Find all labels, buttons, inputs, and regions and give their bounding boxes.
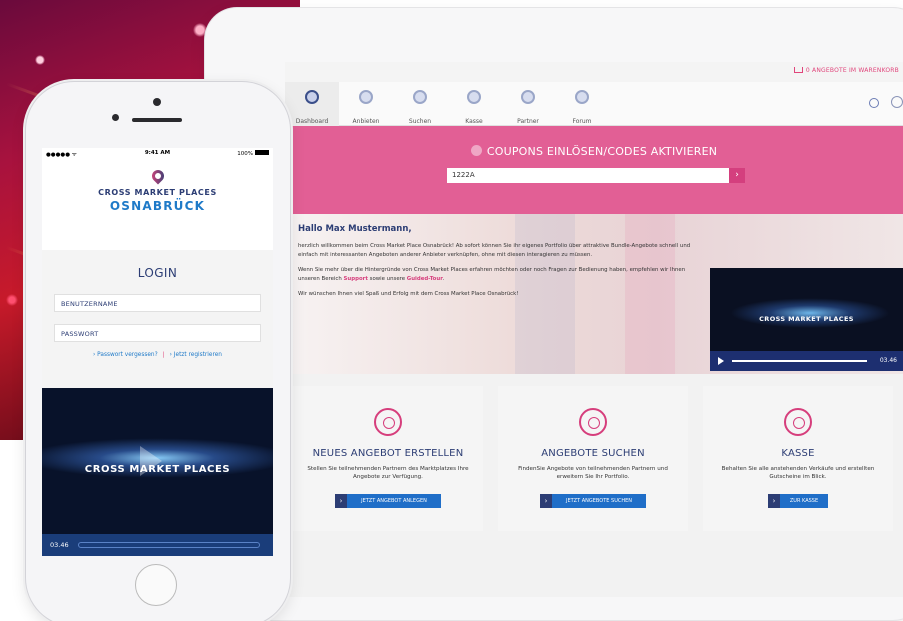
- coupon-code-input[interactable]: 1222A: [447, 168, 729, 183]
- phone-device: ●●●●● ᯤ 9:41 AM 100% CROSS MARKET PLACES…: [26, 82, 290, 621]
- location-pin-icon: [149, 167, 166, 185]
- phone-screen: ●●●●● ᯤ 9:41 AM 100% CROSS MARKET PLACES…: [42, 148, 273, 556]
- video-progress-track[interactable]: [78, 542, 260, 548]
- video-controls: 03.46: [710, 351, 903, 371]
- go-to-register-button[interactable]: › ZUR KASSE: [768, 493, 828, 508]
- search-offers-button[interactable]: › JETZT ANGEBOTE SUCHEN: [540, 493, 646, 508]
- main-navbar: Dashboard Anbieten Suchen Kasse Partner …: [285, 82, 903, 126]
- coupon-banner: COUPONS EINLÖSEN/CODES AKTIVIEREN 1222A …: [285, 126, 903, 214]
- chevron-right-icon: ›: [335, 493, 347, 508]
- card-kasse: KASSE Behalten Sie alle anstehenden Verk…: [703, 386, 893, 531]
- login-title: LOGIN: [137, 266, 178, 280]
- card-create-offer: NEUES ANGEBOT ERSTELLEN Stellen Sie teil…: [293, 386, 483, 531]
- search-icon: [413, 90, 427, 104]
- password-field[interactable]: PASSWORT: [54, 324, 261, 342]
- nav-item-kasse[interactable]: Kasse: [447, 82, 501, 126]
- video-time: 03.46: [50, 541, 69, 549]
- nav-item-dashboard[interactable]: Dashboard: [285, 82, 339, 126]
- battery-icon: [255, 150, 269, 155]
- video-time: 03.46: [879, 357, 897, 364]
- video-progress-track[interactable]: [732, 360, 867, 362]
- register-link[interactable]: › Jetzt registrieren: [170, 352, 222, 358]
- coupon-title: COUPONS EINLÖSEN/CODES AKTIVIEREN: [285, 145, 903, 158]
- user-icon[interactable]: [891, 96, 903, 108]
- forum-icon: [575, 90, 589, 104]
- top-strip: 0 ANGEBOTE IM WARENKORB: [285, 62, 903, 82]
- login-links: › Passwort vergessen? | › Jetzt registrier…: [93, 352, 222, 358]
- status-bar: ●●●●● ᯤ 9:41 AM 100%: [42, 148, 273, 158]
- greeting-heading: Hallo Max Mustermann,: [298, 224, 412, 234]
- brand-logo: CROSS MARKET PLACES OSNABRÜCK: [42, 167, 273, 250]
- nav-item-forum[interactable]: Forum: [555, 82, 609, 126]
- video-controls: 03.46: [42, 534, 273, 556]
- marketing-mockup: 0 ANGEBOTE IM WARENKORB Dashboard Anbiet…: [0, 0, 903, 621]
- cart-link[interactable]: 0 ANGEBOTE IM WARENKORB: [793, 67, 899, 74]
- home-button[interactable]: [135, 564, 177, 606]
- username-field[interactable]: BENUTZERNAME: [54, 294, 261, 312]
- nav-item-anbieten[interactable]: Anbieten: [339, 82, 393, 126]
- tablet-screen: 0 ANGEBOTE IM WARENKORB Dashboard Anbiet…: [285, 62, 903, 597]
- magnifier-icon: [579, 408, 607, 436]
- create-offer-button[interactable]: › JETZT ANGEBOT ANLEGEN: [335, 493, 441, 508]
- login-form: LOGIN BENUTZERNAME PASSWORT › Passwort v…: [42, 250, 273, 392]
- partner-icon: [521, 90, 535, 104]
- coupon-icon: [470, 145, 482, 156]
- percent-icon: [374, 408, 402, 436]
- forgot-password-link[interactable]: › Passwort vergessen?: [93, 352, 158, 358]
- play-icon[interactable]: [718, 357, 724, 365]
- action-cards: NEUES ANGEBOT ERSTELLEN Stellen Sie teil…: [293, 386, 903, 531]
- offer-icon: [359, 90, 373, 104]
- phone-speaker: [132, 118, 182, 122]
- welcome-text: herzlich willkommen beim Cross Market Pl…: [298, 243, 691, 298]
- register-icon: [467, 90, 481, 104]
- phone-sensor: [112, 114, 119, 121]
- chevron-right-icon: ›: [540, 493, 552, 508]
- video-title: CROSS MARKET PLACES: [759, 315, 854, 323]
- card-search-offers: ANGEBOTE SUCHEN FindenSie Angebote von t…: [498, 386, 688, 531]
- battery-indicator: 100%: [237, 150, 269, 157]
- cart-icon: [793, 67, 803, 73]
- nav-item-suchen[interactable]: Suchen: [393, 82, 447, 126]
- search-icon[interactable]: [869, 98, 879, 108]
- chevron-right-icon: ›: [768, 493, 780, 508]
- phone-camera: [153, 98, 161, 106]
- video-title: CROSS MARKET PLACES: [84, 464, 231, 475]
- dashboard-icon: [305, 90, 319, 104]
- nav-item-partner[interactable]: Partner: [501, 82, 555, 126]
- cash-register-icon: [784, 408, 812, 436]
- support-link[interactable]: Support: [344, 276, 368, 282]
- phone-video-player[interactable]: CROSS MARKET PLACES 03.46: [42, 388, 273, 556]
- guided-tour-link[interactable]: Guided-Tour: [407, 276, 443, 282]
- tablet-video-player[interactable]: CROSS MARKET PLACES 03.46: [710, 268, 903, 371]
- coupon-submit-button[interactable]: ›: [729, 168, 745, 183]
